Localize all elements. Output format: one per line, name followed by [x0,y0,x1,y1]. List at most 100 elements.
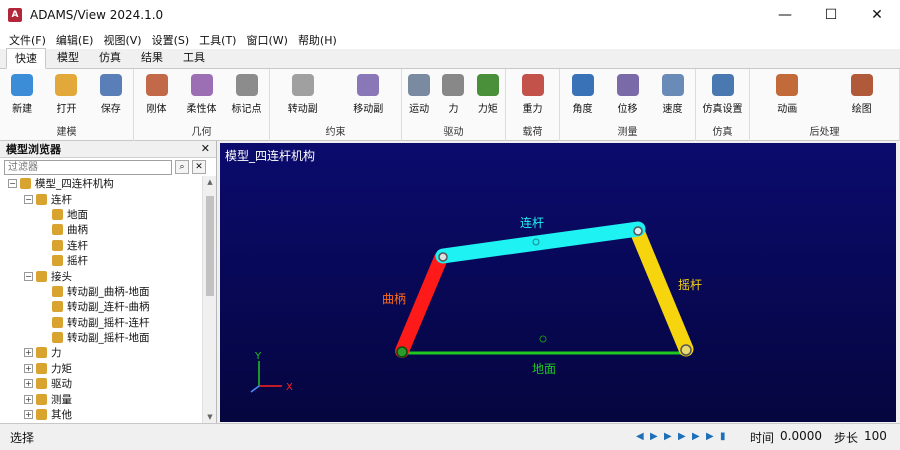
expand-icon[interactable]: + [24,363,33,373]
tree-item-label: 转动副_连杆-曲柄 [67,301,150,314]
close-button[interactable]: ✕ [854,0,900,30]
ribbon-tool-button[interactable]: 绘图 [843,74,881,115]
ribbon-tool-label: 速度 [662,104,683,115]
play-icon[interactable]: ▶ [650,431,661,442]
ribbon-tool-button[interactable]: 标记点 [228,74,266,115]
ribbon-group-7: 动画 绘图 后处理 [750,69,900,141]
tree-item[interactable]: + 驱动 [0,376,200,391]
ribbon-tool-button[interactable]: 角度 [564,74,602,115]
tree-item[interactable]: 转动副_连杆-曲柄 [0,299,200,314]
filter-row: ⌕ ✕ [0,158,216,176]
filter-input[interactable] [4,159,172,175]
tree-item[interactable]: − 模型_四连杆机构 [0,176,200,191]
tree-item[interactable]: 转动副_摇杆-连杆 [0,315,200,330]
rocker-label: 摇杆 [678,278,702,292]
ribbon-tool-button[interactable]: 运动 [402,74,436,115]
play-step-icon[interactable]: ▶ [664,431,675,442]
expand-icon[interactable]: + [24,379,33,389]
search-icon[interactable]: ⌕ [175,160,189,174]
model-viewport[interactable]: 连杆 曲柄 摇杆 地面 Y X 模型_四连杆机构 [220,143,896,422]
tree-item[interactable]: 摇杆 [0,253,200,268]
joint-coupler-crank[interactable] [438,252,448,262]
ribbon-tool-button[interactable]: 仿真设置 [703,74,743,115]
ribbon-tool-button[interactable]: 重力 [514,74,552,115]
ribbon-tool-button[interactable]: 转动副 [284,74,322,115]
time-value: 0.0000 [780,429,823,443]
ribbon-tool-icon [55,74,78,96]
tree-item[interactable]: 转动副_摇杆-地面 [0,330,200,345]
tab-results[interactable]: 结果 [132,47,172,68]
joint-rocker-ground[interactable] [680,344,692,356]
collapse-icon[interactable]: − [24,271,33,281]
menu-help[interactable]: 帮助(H) [293,32,342,48]
tree-item[interactable]: + 其他 [0,407,200,422]
expand-icon[interactable]: + [24,348,33,358]
ribbon-tool-button[interactable]: 保存 [92,74,130,115]
menu-file[interactable]: 文件(F) [4,32,51,48]
minimize-button[interactable]: — [762,0,808,30]
rewind-icon[interactable]: ◀ [636,431,647,442]
tree-item[interactable]: + 测量 [0,391,200,406]
menu-window[interactable]: 窗口(W) [241,32,292,48]
ribbon-tool-icon [190,74,213,96]
scrollbar-thumb[interactable] [206,196,214,296]
clear-filter-icon[interactable]: ✕ [192,160,206,174]
tree-item[interactable]: 转动副_曲柄-地面 [0,284,200,299]
tree-item[interactable]: − 接头 [0,268,200,283]
ribbon-group-label: 约束 [325,127,346,138]
tree-item[interactable]: + 力矩 [0,361,200,376]
expand-icon[interactable]: + [24,394,33,404]
tree-item[interactable]: 地面 [0,207,200,222]
ribbon-tool-button[interactable]: 速度 [654,74,692,115]
mechanism-canvas[interactable]: 连杆 曲柄 摇杆 地面 Y X [220,143,896,422]
tree-item[interactable]: + 力 [0,345,200,360]
tab-model[interactable]: 模型 [48,47,88,68]
ribbon-tool-button[interactable]: 移动副 [349,74,387,115]
menu-edit[interactable]: 编辑(E) [51,32,99,48]
tree-item[interactable]: 连杆 [0,238,200,253]
maximize-button[interactable]: ☐ [808,0,854,30]
ribbon-tool-label: 新建 [12,104,33,115]
ribbon-tool-button[interactable]: 刚体 [138,74,176,115]
ribbon-tool-button[interactable]: 力 [436,74,470,115]
tab-tools[interactable]: 工具 [174,47,214,68]
scroll-down-icon[interactable]: ▼ [203,411,217,423]
ribbon-group-6: 仿真设置 仿真 [696,69,750,141]
coupler-label: 连杆 [520,215,544,230]
crank-link[interactable] [395,251,448,358]
ribbon-tool-button[interactable]: 新建 [3,74,41,115]
collapse-icon[interactable]: − [8,179,17,189]
joint-crank-ground[interactable] [396,346,408,358]
joint-rocker-coupler[interactable] [633,226,643,236]
coupler-link[interactable] [435,221,646,264]
tree-item[interactable]: − 连杆 [0,191,200,206]
ribbon-tool-button[interactable]: 动画 [768,74,806,115]
scroll-up-icon[interactable]: ▲ [203,176,217,188]
fast-forward-icon[interactable]: ▶ [678,431,689,442]
tree-node-icon [36,270,47,282]
tree-node-icon [52,332,63,344]
browser-title: 模型浏览器 [6,143,61,156]
menu-view[interactable]: 视图(V) [98,32,146,48]
tab-quick[interactable]: 快速 [6,48,46,69]
browser-close-icon[interactable]: ✕ [201,142,210,155]
tree-item[interactable]: 曲柄 [0,222,200,237]
step-value[interactable]: 100 [864,429,887,446]
skip-forward-icon[interactable]: ▶ [692,431,703,442]
menu-settings[interactable]: 设置(S) [147,32,195,48]
ribbon-tool-icon [408,74,431,96]
expand-icon[interactable]: + [24,410,33,420]
stop-icon[interactable]: ▮ [720,431,731,442]
ribbon-tool-button[interactable]: 力矩 [471,74,505,115]
ribbon-tool-button[interactable]: 位移 [609,74,647,115]
skip-end-icon[interactable]: ▶ [706,431,717,442]
collapse-icon[interactable]: − [24,194,33,204]
menu-tools[interactable]: 工具(T) [194,32,241,48]
ribbon-tool-icon [357,74,380,96]
ribbon-tool-button[interactable]: 柔性体 [183,74,221,115]
ribbon-tool-button[interactable]: 打开 [47,74,85,115]
tab-simulation[interactable]: 仿真 [90,47,130,68]
ground-cm-marker[interactable] [539,335,547,343]
browser-scrollbar[interactable]: ▲ ▼ [202,176,216,423]
